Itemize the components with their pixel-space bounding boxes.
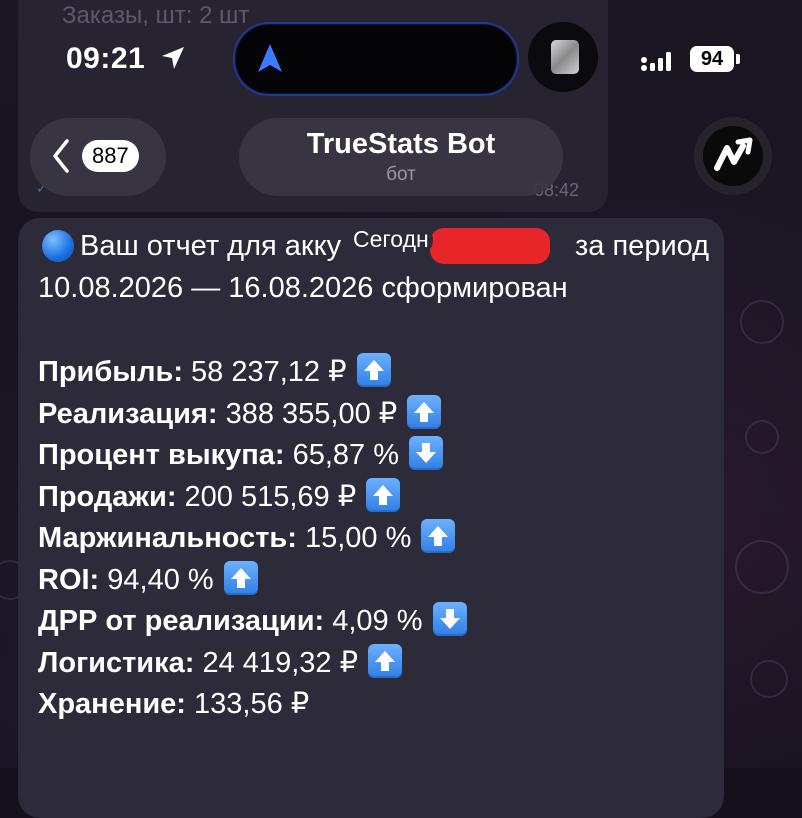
stat-label: Реализация:	[38, 397, 218, 430]
chevron-left-icon	[53, 139, 69, 173]
chat-subtitle: бот	[386, 164, 416, 185]
stat-row: Процент выкупа: 65,87 %	[38, 435, 444, 475]
bot-avatar[interactable]	[694, 117, 772, 195]
navigation-arrow-icon	[258, 44, 282, 72]
stat-value: 388 355,00 ₽	[217, 397, 398, 430]
wallpaper-doodle	[735, 540, 789, 594]
stat-row: Прибыль: 58 237,12 ₽	[38, 352, 391, 392]
battery-nub	[736, 54, 740, 64]
wallpaper-doodle	[740, 300, 784, 344]
up-arrow-icon	[356, 353, 391, 387]
up-arrow-icon	[223, 560, 258, 595]
message-line-1-end: за период	[575, 230, 710, 262]
stat-label: Хранение:	[38, 688, 186, 720]
down-arrow-icon	[409, 436, 444, 470]
stat-row: Реализация: 388 355,00 ₽	[38, 394, 442, 434]
avatar-logo	[703, 126, 763, 186]
stat-row: Логистика: 24 419,32 ₽	[38, 643, 403, 683]
back-button[interactable]: 887	[30, 118, 166, 196]
message-line-1-start: Ваш отчет для акку	[80, 230, 342, 262]
message-line-2: 10.08.2026 — 16.08.2026 сформирован	[38, 272, 568, 304]
stat-value: 24 419,32 ₽	[194, 646, 359, 679]
chat-title-pill[interactable]: TrueStats Bot бот	[239, 118, 563, 196]
location-arrow-icon	[162, 47, 184, 69]
stat-row: Продажи: 200 515,69 ₽	[38, 477, 401, 517]
chat-title: TrueStats Bot	[306, 128, 496, 160]
stat-value: 94,40 %	[99, 563, 214, 596]
up-arrow-icon	[368, 643, 403, 678]
stat-row: Хранение: 133,56 ₽	[38, 684, 309, 724]
stat-label: Продажи:	[38, 480, 177, 513]
up-arrow-icon	[407, 394, 442, 429]
blue-circle-emoji-icon	[42, 230, 74, 262]
cellular-signal-icon	[641, 52, 671, 71]
stat-label: Маржинальность:	[38, 522, 297, 554]
stat-label: Прибыль:	[38, 356, 183, 388]
wallpaper-doodle	[745, 420, 779, 454]
stat-row: ДРР от реализации: 4,09 %	[38, 601, 467, 641]
status-time: 09:21	[66, 42, 146, 75]
truestats-logo-icon	[714, 137, 753, 171]
stat-row: ROI: 94,40 %	[38, 560, 258, 600]
stat-label: Логистика:	[38, 646, 195, 679]
stat-value: 15,00 %	[296, 522, 412, 554]
stat-label: ROI:	[38, 563, 100, 596]
status-bar: 09:21 94	[0, 0, 802, 110]
stat-row: Маржинальность: 15,00 %	[38, 518, 456, 558]
stat-label: ДРР от реализации:	[38, 605, 325, 637]
date-separator-label: Сегодн	[353, 226, 429, 252]
up-arrow-icon	[366, 477, 401, 512]
stat-label: Процент выкупа:	[38, 439, 285, 471]
stat-value: 65,87 %	[284, 439, 400, 471]
unread-count-badge: 887	[82, 140, 139, 172]
battery-icon: 94	[690, 46, 734, 72]
down-arrow-icon	[432, 602, 467, 636]
wallpaper-doodle	[750, 660, 788, 698]
album-art-icon	[551, 40, 579, 74]
stat-value: 200 515,69 ₽	[176, 480, 357, 513]
stat-value: 58 237,12 ₽	[182, 356, 347, 388]
stat-value: 4,09 %	[324, 605, 423, 637]
up-arrow-icon	[421, 519, 456, 553]
stat-value: 133,56 ₽	[185, 688, 310, 720]
redaction-mark	[430, 228, 550, 264]
